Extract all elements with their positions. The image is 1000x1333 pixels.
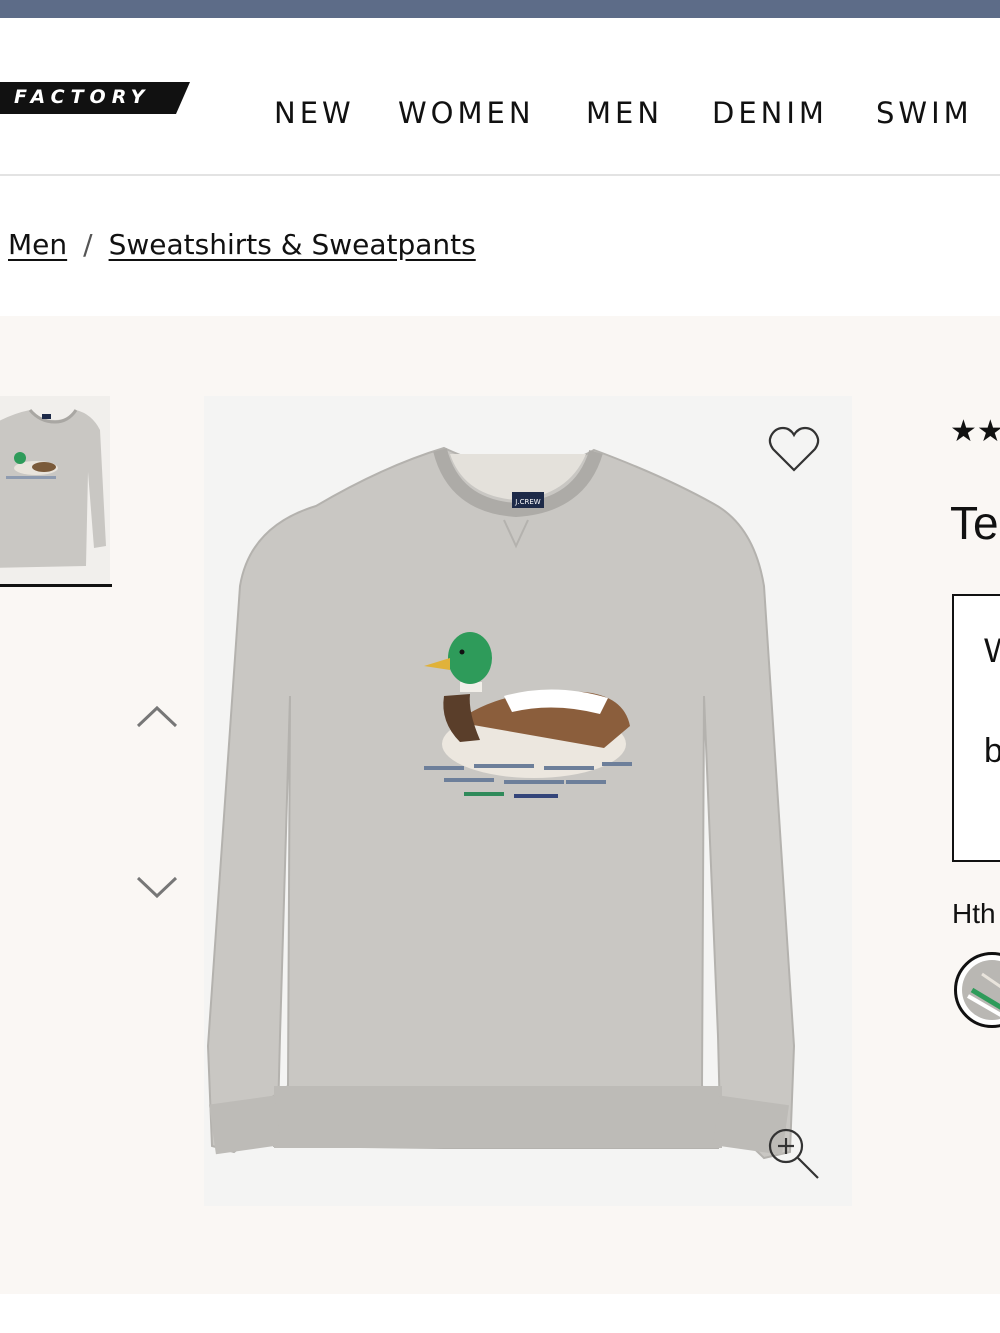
color-swatch[interactable] bbox=[954, 952, 1000, 1028]
product-title-text: Te bbox=[950, 497, 999, 549]
nav-item-denim[interactable]: DENIM bbox=[712, 96, 828, 130]
breadcrumb: Men / Sweatshirts & Sweatpants bbox=[8, 228, 476, 268]
breadcrumb-link-sweatshirts[interactable]: Sweatshirts & Sweatpants bbox=[109, 228, 476, 261]
chevron-up-icon[interactable] bbox=[132, 698, 182, 732]
breadcrumb-link-men[interactable]: Men bbox=[8, 228, 67, 261]
color-swatch-image bbox=[962, 960, 1000, 1020]
site-header: FACTORY NEW WOMEN MEN DENIM SWIM bbox=[0, 18, 1000, 176]
promo-line-1: W bbox=[984, 632, 1000, 671]
chevron-down-icon[interactable] bbox=[132, 872, 182, 906]
breadcrumb-separator: / bbox=[83, 228, 93, 261]
rating-stars[interactable]: ★★ bbox=[950, 414, 1000, 449]
thumbnail-active-indicator bbox=[0, 584, 112, 587]
nav-item-women[interactable]: WOMEN bbox=[398, 96, 535, 130]
promo-line-2: b bbox=[984, 732, 1000, 771]
main-product-image[interactable]: J.CREW bbox=[204, 396, 852, 1206]
nav-item-new[interactable]: NEW bbox=[274, 96, 355, 130]
product-title: Te bbox=[950, 496, 1000, 556]
nav-item-men[interactable]: MEN bbox=[586, 96, 663, 130]
brand-logo-text: FACTORY bbox=[14, 86, 151, 108]
brand-label-tag: J.CREW bbox=[514, 498, 540, 506]
color-name-text: Hth bbox=[952, 898, 996, 929]
heart-icon[interactable] bbox=[766, 424, 822, 476]
product-thumbnail[interactable] bbox=[0, 396, 110, 586]
promo-box: W b bbox=[952, 594, 1000, 862]
thumbnail-sweatshirt-image bbox=[0, 409, 106, 568]
sweatshirt-image: J.CREW bbox=[206, 446, 796, 1160]
nav-item-swim[interactable]: SWIM bbox=[876, 96, 973, 130]
product-section: J.CREW ★★ Te Hth bbox=[0, 316, 1000, 1294]
zoom-in-icon[interactable] bbox=[764, 1124, 824, 1184]
top-banner-bar bbox=[0, 0, 1000, 18]
color-name-label: Hth bbox=[952, 898, 1000, 938]
